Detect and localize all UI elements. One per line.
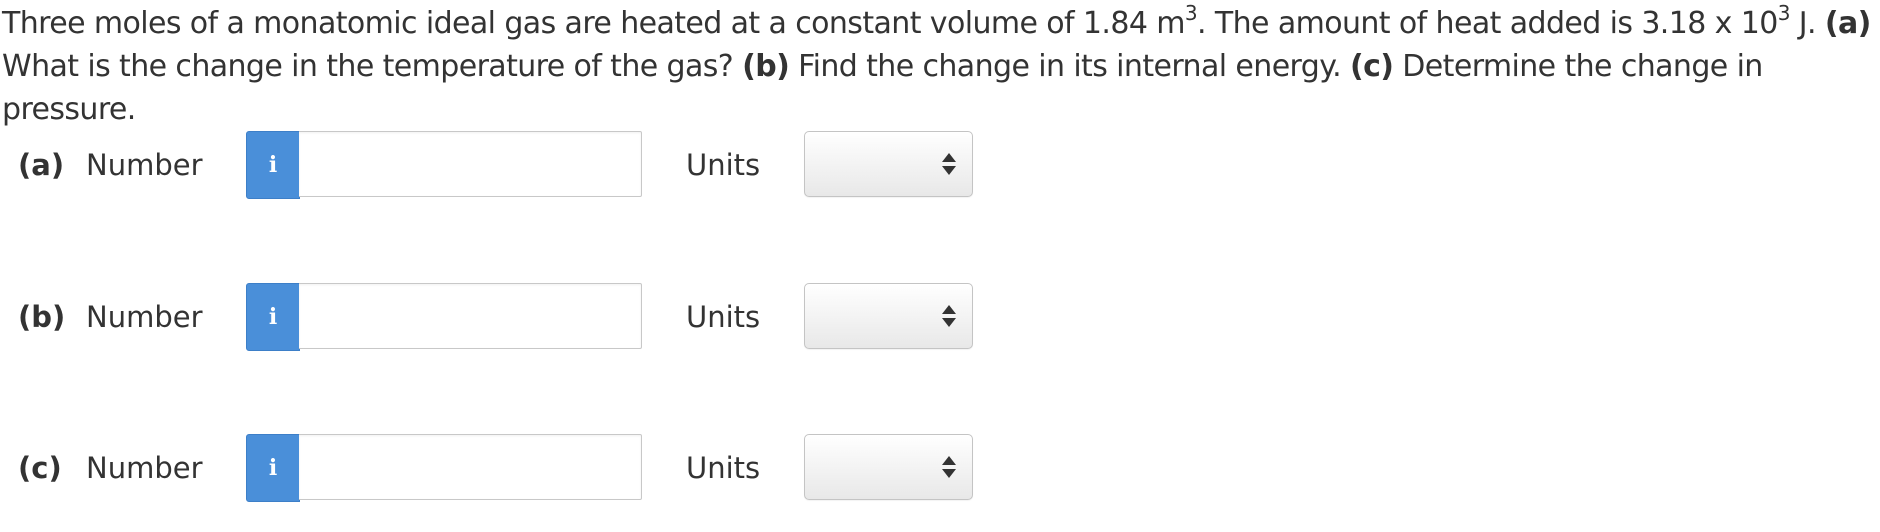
question-segment: Find the change in its internal energy. bbox=[789, 49, 1350, 84]
units-label: Units bbox=[686, 300, 761, 334]
question-segment: J. bbox=[1789, 6, 1825, 41]
number-input-a[interactable] bbox=[299, 131, 642, 197]
up-down-arrows-icon bbox=[942, 456, 956, 478]
units-select-b[interactable] bbox=[804, 283, 973, 349]
question-text: Three moles of a monatomic ideal gas are… bbox=[2, 2, 1872, 131]
info-icon[interactable]: i bbox=[246, 283, 300, 351]
part-c-tag: (c) bbox=[1349, 49, 1394, 84]
question-segment: What is the change in the temperature of… bbox=[2, 49, 743, 84]
info-icon[interactable]: i bbox=[246, 434, 300, 502]
question-segment: Three moles of a monatomic ideal gas are… bbox=[2, 6, 1185, 41]
answer-row-b: (b) Number i Units bbox=[0, 283, 1000, 351]
part-label: (c) bbox=[18, 451, 62, 485]
part-label: (a) bbox=[18, 148, 65, 182]
units-label: Units bbox=[686, 451, 761, 485]
part-a-tag: (a) bbox=[1824, 6, 1871, 41]
up-down-arrows-icon bbox=[942, 153, 956, 175]
superscript: 3 bbox=[1184, 1, 1198, 25]
number-label: Number bbox=[86, 300, 203, 334]
number-input-b[interactable] bbox=[299, 283, 642, 349]
answer-row-c: (c) Number i Units bbox=[0, 434, 1000, 502]
info-icon[interactable]: i bbox=[246, 131, 300, 199]
units-select-a[interactable] bbox=[804, 131, 973, 197]
superscript: 3 bbox=[1777, 1, 1791, 25]
number-input-c[interactable] bbox=[299, 434, 642, 500]
part-label: (b) bbox=[18, 300, 66, 334]
question-segment: . The amount of heat added is 3.18 x 10 bbox=[1197, 6, 1778, 41]
part-b-tag: (b) bbox=[742, 49, 790, 84]
units-label: Units bbox=[686, 148, 761, 182]
number-label: Number bbox=[86, 148, 203, 182]
answer-row-a: (a) Number i Units bbox=[0, 131, 1000, 199]
units-select-c[interactable] bbox=[804, 434, 973, 500]
number-label: Number bbox=[86, 451, 203, 485]
up-down-arrows-icon bbox=[942, 305, 956, 327]
